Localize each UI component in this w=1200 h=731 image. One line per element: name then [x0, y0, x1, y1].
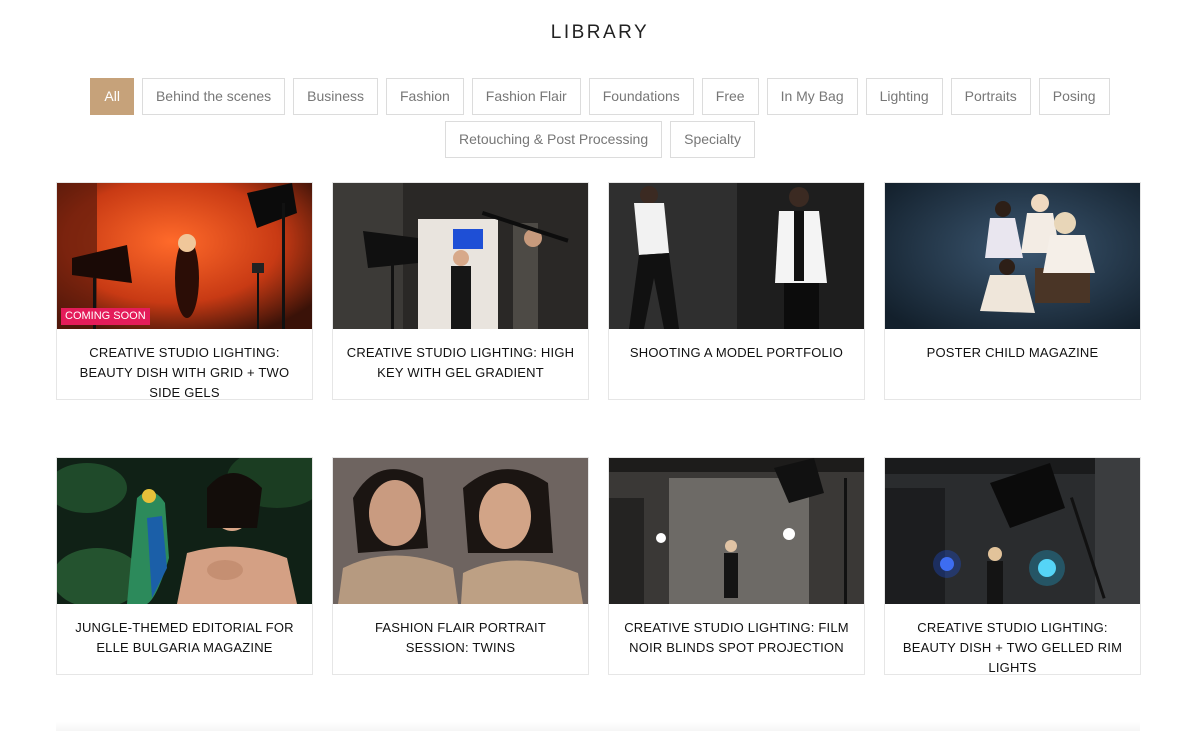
studio-photo-image — [333, 183, 588, 329]
course-card[interactable]: Creative Studio Lighting: Film Noir Blin… — [608, 457, 865, 675]
course-thumbnail[interactable] — [609, 183, 864, 329]
filter-behind-the-scenes[interactable]: Behind the scenes — [141, 78, 286, 115]
filter-lighting[interactable]: Lighting — [865, 78, 943, 115]
course-title[interactable]: Creative Studio Lighting: Beauty Dish + … — [885, 604, 1140, 678]
filter-in-my-bag[interactable]: In My Bag — [766, 78, 858, 115]
course-card[interactable]: Coming Soon Creative Studio Lighting: Be… — [56, 182, 313, 400]
course-title[interactable]: Creative Studio Lighting: High Key With … — [333, 329, 588, 383]
studio-photo-image — [609, 458, 864, 604]
filter-retouching-post-processing[interactable]: Retouching & Post Processing — [445, 121, 663, 158]
course-title[interactable]: Jungle-Themed Editorial For Elle Bulgari… — [57, 604, 312, 658]
jungle-editorial-image — [57, 458, 312, 604]
course-card[interactable]: Jungle-Themed Editorial For Elle Bulgari… — [56, 457, 313, 675]
course-thumbnail[interactable] — [609, 458, 864, 604]
filter-business[interactable]: Business — [293, 78, 378, 115]
next-row-edge — [56, 722, 1140, 731]
course-title[interactable]: Poster Child Magazine — [885, 329, 1140, 363]
course-grid: Coming Soon Creative Studio Lighting: Be… — [56, 182, 1141, 675]
filter-fashion[interactable]: Fashion — [385, 78, 464, 115]
course-title[interactable]: Creative Studio Lighting: Beauty Dish Wi… — [57, 329, 312, 403]
filter-specialty[interactable]: Specialty — [670, 121, 755, 158]
course-thumbnail[interactable] — [885, 458, 1140, 604]
course-thumbnail[interactable] — [333, 458, 588, 604]
course-thumbnail[interactable] — [57, 458, 312, 604]
filter-free[interactable]: Free — [701, 78, 759, 115]
filter-posing[interactable]: Posing — [1038, 78, 1110, 115]
children-portrait-image — [885, 183, 1140, 329]
coming-soon-badge: Coming Soon — [61, 308, 150, 325]
course-card[interactable]: Creative Studio Lighting: Beauty Dish + … — [884, 457, 1141, 675]
course-card[interactable]: Poster Child Magazine — [884, 182, 1141, 400]
course-title[interactable]: Shooting A Model Portfolio — [609, 329, 864, 363]
filter-all[interactable]: All — [90, 78, 134, 115]
course-card[interactable]: Shooting A Model Portfolio — [608, 182, 865, 400]
course-card[interactable]: Fashion Flair Portrait Session: Twins — [332, 457, 589, 675]
filter-portraits[interactable]: Portraits — [950, 78, 1031, 115]
course-thumbnail[interactable]: Coming Soon — [57, 183, 312, 329]
course-card[interactable]: Creative Studio Lighting: High Key With … — [332, 182, 589, 400]
course-thumbnail[interactable] — [333, 183, 588, 329]
page-title: LIBRARY — [550, 22, 650, 43]
filter-fashion-flair[interactable]: Fashion Flair — [471, 78, 581, 115]
category-filter-bar: All Behind the scenes Business Fashion F… — [60, 78, 1140, 158]
course-title[interactable]: Creative Studio Lighting: Film Noir Blin… — [609, 604, 864, 658]
studio-photo-image — [885, 458, 1140, 604]
model-portfolio-image — [609, 183, 864, 329]
course-thumbnail[interactable] — [885, 183, 1140, 329]
twins-portrait-image — [333, 458, 588, 604]
course-title[interactable]: Fashion Flair Portrait Session: Twins — [333, 604, 588, 658]
filter-foundations[interactable]: Foundations — [588, 78, 694, 115]
